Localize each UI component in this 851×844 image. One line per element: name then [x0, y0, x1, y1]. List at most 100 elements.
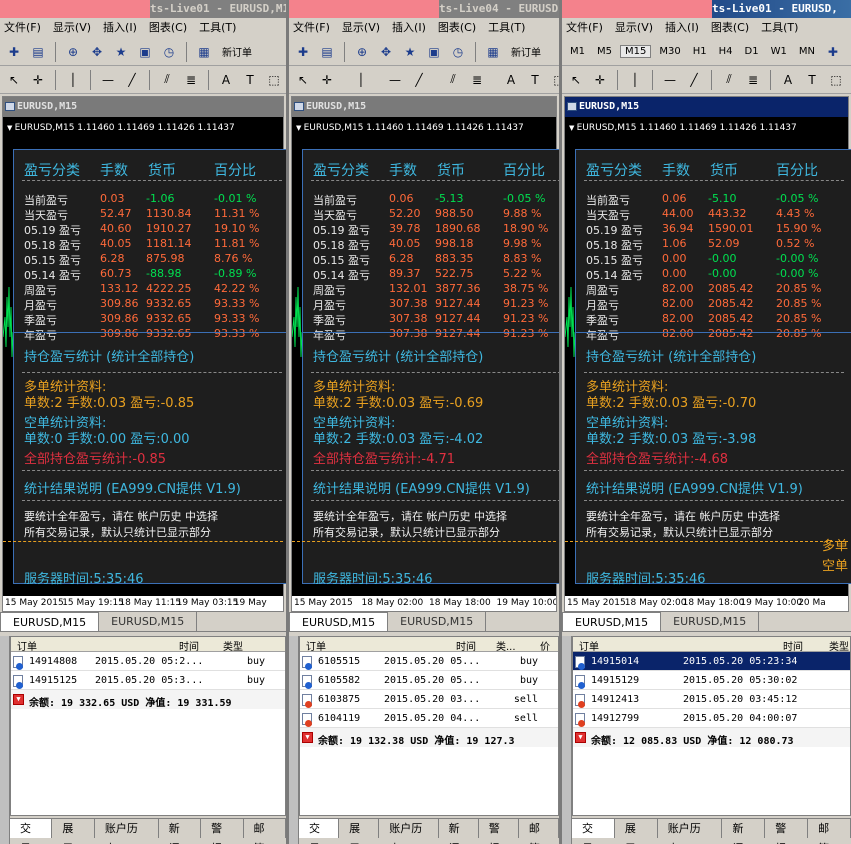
- label-icon[interactable]: T: [802, 70, 822, 90]
- horizontal-line-icon[interactable]: —: [660, 70, 680, 90]
- new-order-button[interactable]: 新订单: [218, 44, 256, 59]
- table-row[interactable]: 6105582 2015.05.20 05... buy: [300, 671, 558, 690]
- table-row[interactable]: 14914808 2015.05.20 05:2... buy: [11, 652, 285, 671]
- menu-item[interactable]: 工具(T): [195, 18, 244, 38]
- timeframe-button[interactable]: M15: [620, 45, 652, 58]
- terminal-tab[interactable]: 展示: [52, 819, 95, 844]
- chart-tab[interactable]: EURUSD,M15: [289, 612, 389, 631]
- arrows-icon[interactable]: ⬚: [264, 70, 284, 90]
- profiles-icon[interactable]: ▤: [28, 42, 48, 62]
- timeframe-button[interactable]: M5: [593, 46, 616, 57]
- label-icon[interactable]: T: [240, 70, 260, 90]
- crosshair-icon[interactable]: ✛: [590, 70, 610, 90]
- trendline-icon[interactable]: ╱: [409, 70, 429, 90]
- new-order-button[interactable]: 新订单: [507, 44, 545, 59]
- new-chart-icon[interactable]: ✚: [4, 42, 24, 62]
- new-order-icon[interactable]: ▦: [194, 42, 214, 62]
- menu-item[interactable]: 文件(F): [562, 18, 611, 38]
- navigator-icon[interactable]: ✥: [87, 42, 107, 62]
- chart-window[interactable]: EURUSD,M15 EURUSD,M15 1.11460 1.11469 1.1…: [564, 96, 851, 612]
- cursor-icon[interactable]: ↖: [293, 70, 313, 90]
- market-watch-icon[interactable]: ⊕: [352, 42, 372, 62]
- menu-item[interactable]: 显示(V): [49, 18, 99, 38]
- new-chart-icon[interactable]: ✚: [823, 42, 843, 62]
- history-center-icon[interactable]: ◷: [448, 42, 468, 62]
- chart-tab[interactable]: EURUSD,M15: [562, 612, 662, 631]
- cursor-icon[interactable]: ↖: [4, 70, 24, 90]
- table-row[interactable]: 6104119 2015.05.20 04... sell: [300, 709, 558, 728]
- chart-tab[interactable]: EURUSD,M15: [99, 612, 198, 631]
- vertical-line-icon[interactable]: │: [351, 70, 371, 90]
- menu-item[interactable]: 文件(F): [289, 18, 338, 38]
- timeframe-button[interactable]: M1: [566, 46, 589, 57]
- horizontal-line-icon[interactable]: —: [385, 70, 405, 90]
- vertical-line-icon[interactable]: │: [625, 70, 645, 90]
- arrows-icon[interactable]: ⬚: [549, 70, 559, 90]
- channel-icon[interactable]: ⫽: [443, 70, 463, 90]
- column-header[interactable]: 时间: [179, 638, 199, 653]
- terminal-tab[interactable]: 账户历史: [95, 819, 159, 844]
- terminal-icon[interactable]: ▣: [424, 42, 444, 62]
- channel-icon[interactable]: ⫽: [719, 70, 739, 90]
- terminal-tab[interactable]: 新闻: [439, 819, 479, 844]
- crosshair-icon[interactable]: ✛: [317, 70, 337, 90]
- vertical-line-icon[interactable]: │: [63, 70, 83, 90]
- chart-tab[interactable]: EURUSD,M15: [0, 612, 100, 631]
- chart-window[interactable]: EURUSD,M15 EURUSD,M15 1.11460 1.11469 1.1…: [2, 96, 286, 612]
- column-header[interactable]: 时间: [456, 638, 476, 653]
- label-icon[interactable]: T: [525, 70, 545, 90]
- menu-item[interactable]: 工具(T): [484, 18, 533, 38]
- terminal-tab[interactable]: 警报: [479, 819, 519, 844]
- terminal-tab[interactable]: 警报: [201, 819, 244, 844]
- column-header[interactable]: 类型: [223, 638, 243, 653]
- table-row[interactable]: 14915014 2015.05.20 05:23:34: [573, 652, 850, 671]
- terminal-icon[interactable]: ▣: [135, 42, 155, 62]
- horizontal-line-icon[interactable]: —: [98, 70, 118, 90]
- arrows-icon[interactable]: ⬚: [826, 70, 846, 90]
- terminal-tab[interactable]: 邮箱: [519, 819, 559, 844]
- column-header[interactable]: 订单: [306, 638, 326, 653]
- navigator-icon[interactable]: ✥: [376, 42, 396, 62]
- table-row[interactable]: 14915129 2015.05.20 05:30:02: [573, 671, 850, 690]
- terminal-tab[interactable]: 展示: [615, 819, 658, 844]
- table-row[interactable]: 14915125 2015.05.20 05:3... buy: [11, 671, 285, 690]
- terminal-tab[interactable]: 展示: [339, 819, 380, 844]
- terminal-tab[interactable]: 邮箱: [244, 819, 286, 844]
- menu-item[interactable]: 工具(T): [757, 18, 806, 38]
- terminal-tab[interactable]: 账户历史: [658, 819, 723, 844]
- chart-window[interactable]: EURUSD,M15 EURUSD,M15 1.11460 1.11469 1.1…: [291, 96, 559, 612]
- column-header[interactable]: 订单: [579, 638, 599, 653]
- timeframe-button[interactable]: H4: [715, 46, 737, 57]
- text-icon[interactable]: A: [501, 70, 521, 90]
- new-order-icon[interactable]: ▦: [483, 42, 503, 62]
- terminal-tab[interactable]: 账户历史: [379, 819, 439, 844]
- fibonacci-icon[interactable]: ≣: [181, 70, 201, 90]
- menu-item[interactable]: 图表(C): [707, 18, 757, 38]
- terminal-tab[interactable]: 交易: [299, 819, 340, 844]
- new-chart-icon[interactable]: ✚: [293, 42, 313, 62]
- terminal-tab[interactable]: 交易: [10, 819, 53, 844]
- menu-item[interactable]: 显示(V): [611, 18, 661, 38]
- timeframe-button[interactable]: M30: [655, 46, 684, 57]
- fibonacci-icon[interactable]: ≣: [467, 70, 487, 90]
- column-header[interactable]: 价: [540, 638, 550, 653]
- profiles-icon[interactable]: ▤: [317, 42, 337, 62]
- timeframe-button[interactable]: H1: [689, 46, 711, 57]
- table-row[interactable]: 6105515 2015.05.20 05... buy: [300, 652, 558, 671]
- chart-tab[interactable]: EURUSD,M15: [661, 612, 760, 631]
- menu-item[interactable]: 文件(F): [0, 18, 49, 38]
- favorites-icon[interactable]: ★: [111, 42, 131, 62]
- table-row[interactable]: 14912413 2015.05.20 03:45:12: [573, 690, 850, 709]
- column-header[interactable]: 时间: [783, 638, 803, 653]
- menu-item[interactable]: 图表(C): [434, 18, 484, 38]
- favorites-icon[interactable]: ★: [400, 42, 420, 62]
- fibonacci-icon[interactable]: ≣: [743, 70, 763, 90]
- text-icon[interactable]: A: [216, 70, 236, 90]
- menu-item[interactable]: 图表(C): [145, 18, 195, 38]
- column-header[interactable]: 订单: [17, 638, 37, 653]
- menu-item[interactable]: 插入(I): [99, 18, 145, 38]
- history-center-icon[interactable]: ◷: [159, 42, 179, 62]
- menu-item[interactable]: 显示(V): [338, 18, 388, 38]
- market-watch-icon[interactable]: ⊕: [63, 42, 83, 62]
- menu-item[interactable]: 插入(I): [388, 18, 434, 38]
